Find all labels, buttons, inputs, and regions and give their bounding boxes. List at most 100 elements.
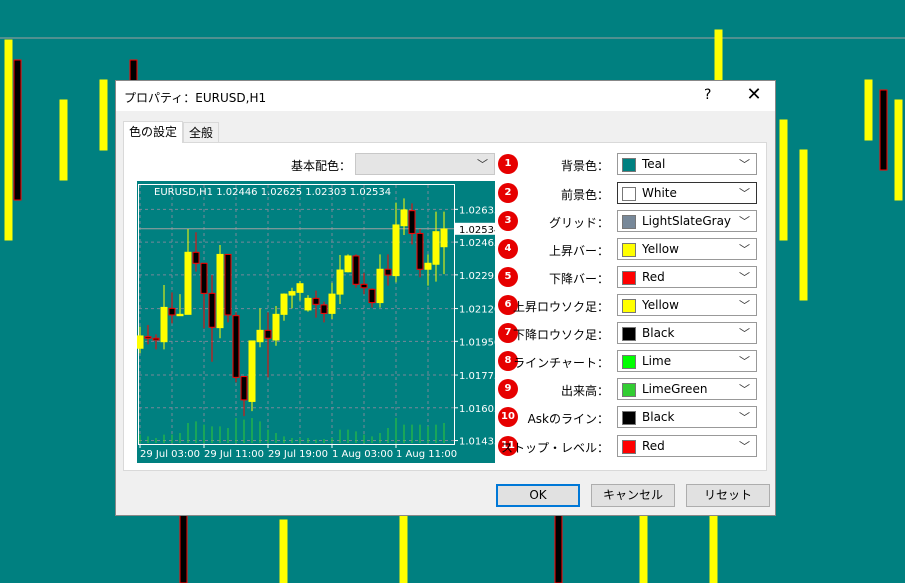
color-value: Teal: [642, 157, 666, 171]
candle-body: [312, 297, 320, 305]
color-swatch: [622, 411, 636, 425]
color-value: LightSlateGray: [642, 214, 732, 228]
chevron-down-icon: ﹀: [739, 355, 750, 368]
color-swatch: [622, 327, 636, 341]
candle-body: [184, 251, 192, 315]
bg-candle: [554, 504, 563, 583]
chevron-down-icon: ﹀: [739, 383, 750, 396]
color-swatch: [622, 215, 636, 229]
chevron-down-icon: ﹀: [739, 158, 750, 171]
candle-body: [440, 228, 448, 248]
color-select[interactable]: Red ﹀: [617, 266, 757, 288]
candle-body: [240, 376, 248, 401]
chart-title: EURUSD,H1 1.02446 1.02625 1.02303 1.0253…: [154, 187, 391, 198]
chevron-down-icon: ﹀: [739, 327, 750, 340]
cancel-button[interactable]: キャンセル: [591, 484, 675, 507]
chart-preview: 1.02635 1.02465 1.02295 1.02120 1.01950 1.017…: [137, 181, 495, 463]
candle-body: [152, 337, 160, 341]
color-select[interactable]: LightSlateGray ﹀: [617, 210, 757, 232]
price-tick-label: 1.01950: [459, 337, 495, 348]
price-tick-label: 1.01605: [459, 404, 495, 415]
candle-body: [160, 306, 168, 343]
color-select[interactable]: Red ﹀: [617, 435, 757, 457]
color-label: 背景色：: [560, 159, 609, 173]
price-tick-label: 1.02465: [459, 238, 495, 249]
candle-body: [264, 329, 272, 339]
dialog-title: プロパティ：EURUSD,H1: [124, 91, 267, 105]
color-select[interactable]: Yellow ﹀: [617, 238, 757, 260]
time-tick-label: 29 Jul 11:00: [204, 449, 264, 460]
candle-body: [384, 268, 392, 276]
color-value: Red: [642, 270, 665, 284]
candle-body: [192, 251, 200, 264]
color-swatch: [622, 187, 636, 201]
color-swatch: [622, 299, 636, 313]
color-value: White: [642, 186, 677, 200]
bg-candle: [894, 99, 903, 201]
candle-body: [360, 283, 368, 289]
bg-candle: [4, 39, 13, 241]
color-swatch: [622, 355, 636, 369]
color-select[interactable]: White ﹀: [617, 182, 757, 204]
candle-body: [144, 336, 152, 339]
candle-body: [304, 297, 312, 311]
price-tick-label: 1.02120: [459, 305, 495, 316]
candle-body: [336, 269, 344, 295]
bg-candle: [279, 519, 288, 583]
bg-candle: [59, 99, 68, 181]
price-tick-label: 1.02635: [459, 205, 495, 216]
chevron-down-icon: ﹀: [739, 440, 750, 453]
bg-candle: [179, 509, 188, 583]
candle-body: [344, 255, 352, 273]
time-tick-label: 1 Aug 03:00: [332, 449, 393, 460]
price-tick-label: 1.02295: [459, 271, 495, 282]
candle-body: [320, 304, 328, 314]
current-price-label: 1.02534: [459, 225, 495, 236]
color-swatch: [622, 243, 636, 257]
close-button[interactable]: ✕: [744, 84, 764, 105]
candle-body: [208, 292, 216, 328]
color-select[interactable]: Black ﹀: [617, 322, 757, 344]
color-swatch: [622, 440, 636, 454]
candle-body: [256, 329, 264, 343]
candle-body: [400, 209, 408, 227]
help-button[interactable]: ?: [704, 87, 711, 103]
bg-candle: [879, 89, 888, 171]
candle-body: [272, 313, 280, 341]
candle-body: [328, 293, 336, 314]
tab-colors[interactable]: 色の設定: [123, 121, 184, 143]
candle-body: [216, 253, 224, 329]
reset-button[interactable]: リセット: [686, 484, 770, 507]
candle-body: [248, 340, 256, 402]
bg-candle: [13, 59, 22, 201]
price-tick-label: 1.01435: [459, 437, 495, 448]
color-select[interactable]: Yellow ﹀: [617, 294, 757, 316]
chevron-down-icon: ﹀: [739, 187, 750, 200]
color-value: Black: [642, 410, 675, 424]
candle-body: [424, 262, 432, 270]
color-select[interactable]: LimeGreen ﹀: [617, 378, 757, 400]
chevron-down-icon: ﹀: [739, 243, 750, 256]
color-select[interactable]: Black ﹀: [617, 406, 757, 428]
bg-candle: [99, 79, 108, 151]
candle-body: [200, 262, 208, 294]
candle-body: [296, 283, 304, 293]
candle-body: [176, 313, 184, 317]
color-swatch: [622, 158, 636, 172]
color-swatch: [622, 383, 636, 397]
time-tick-label: 29 Jul 03:00: [140, 449, 200, 460]
tab-general[interactable]: 全般: [183, 122, 220, 142]
bg-candle: [799, 149, 808, 301]
color-value: Black: [642, 326, 675, 340]
color-value: Yellow: [642, 298, 679, 312]
candle-body: [137, 335, 144, 349]
candle-body: [376, 268, 384, 304]
ok-button[interactable]: OK: [496, 484, 580, 507]
candle-body: [408, 210, 416, 234]
bg-candle: [779, 119, 788, 241]
candle-body: [168, 307, 176, 316]
color-select[interactable]: Lime ﹀: [617, 350, 757, 372]
color-select[interactable]: Teal ﹀: [617, 153, 757, 175]
color-swatch: [622, 271, 636, 285]
chevron-down-icon: ﹀: [739, 299, 750, 312]
